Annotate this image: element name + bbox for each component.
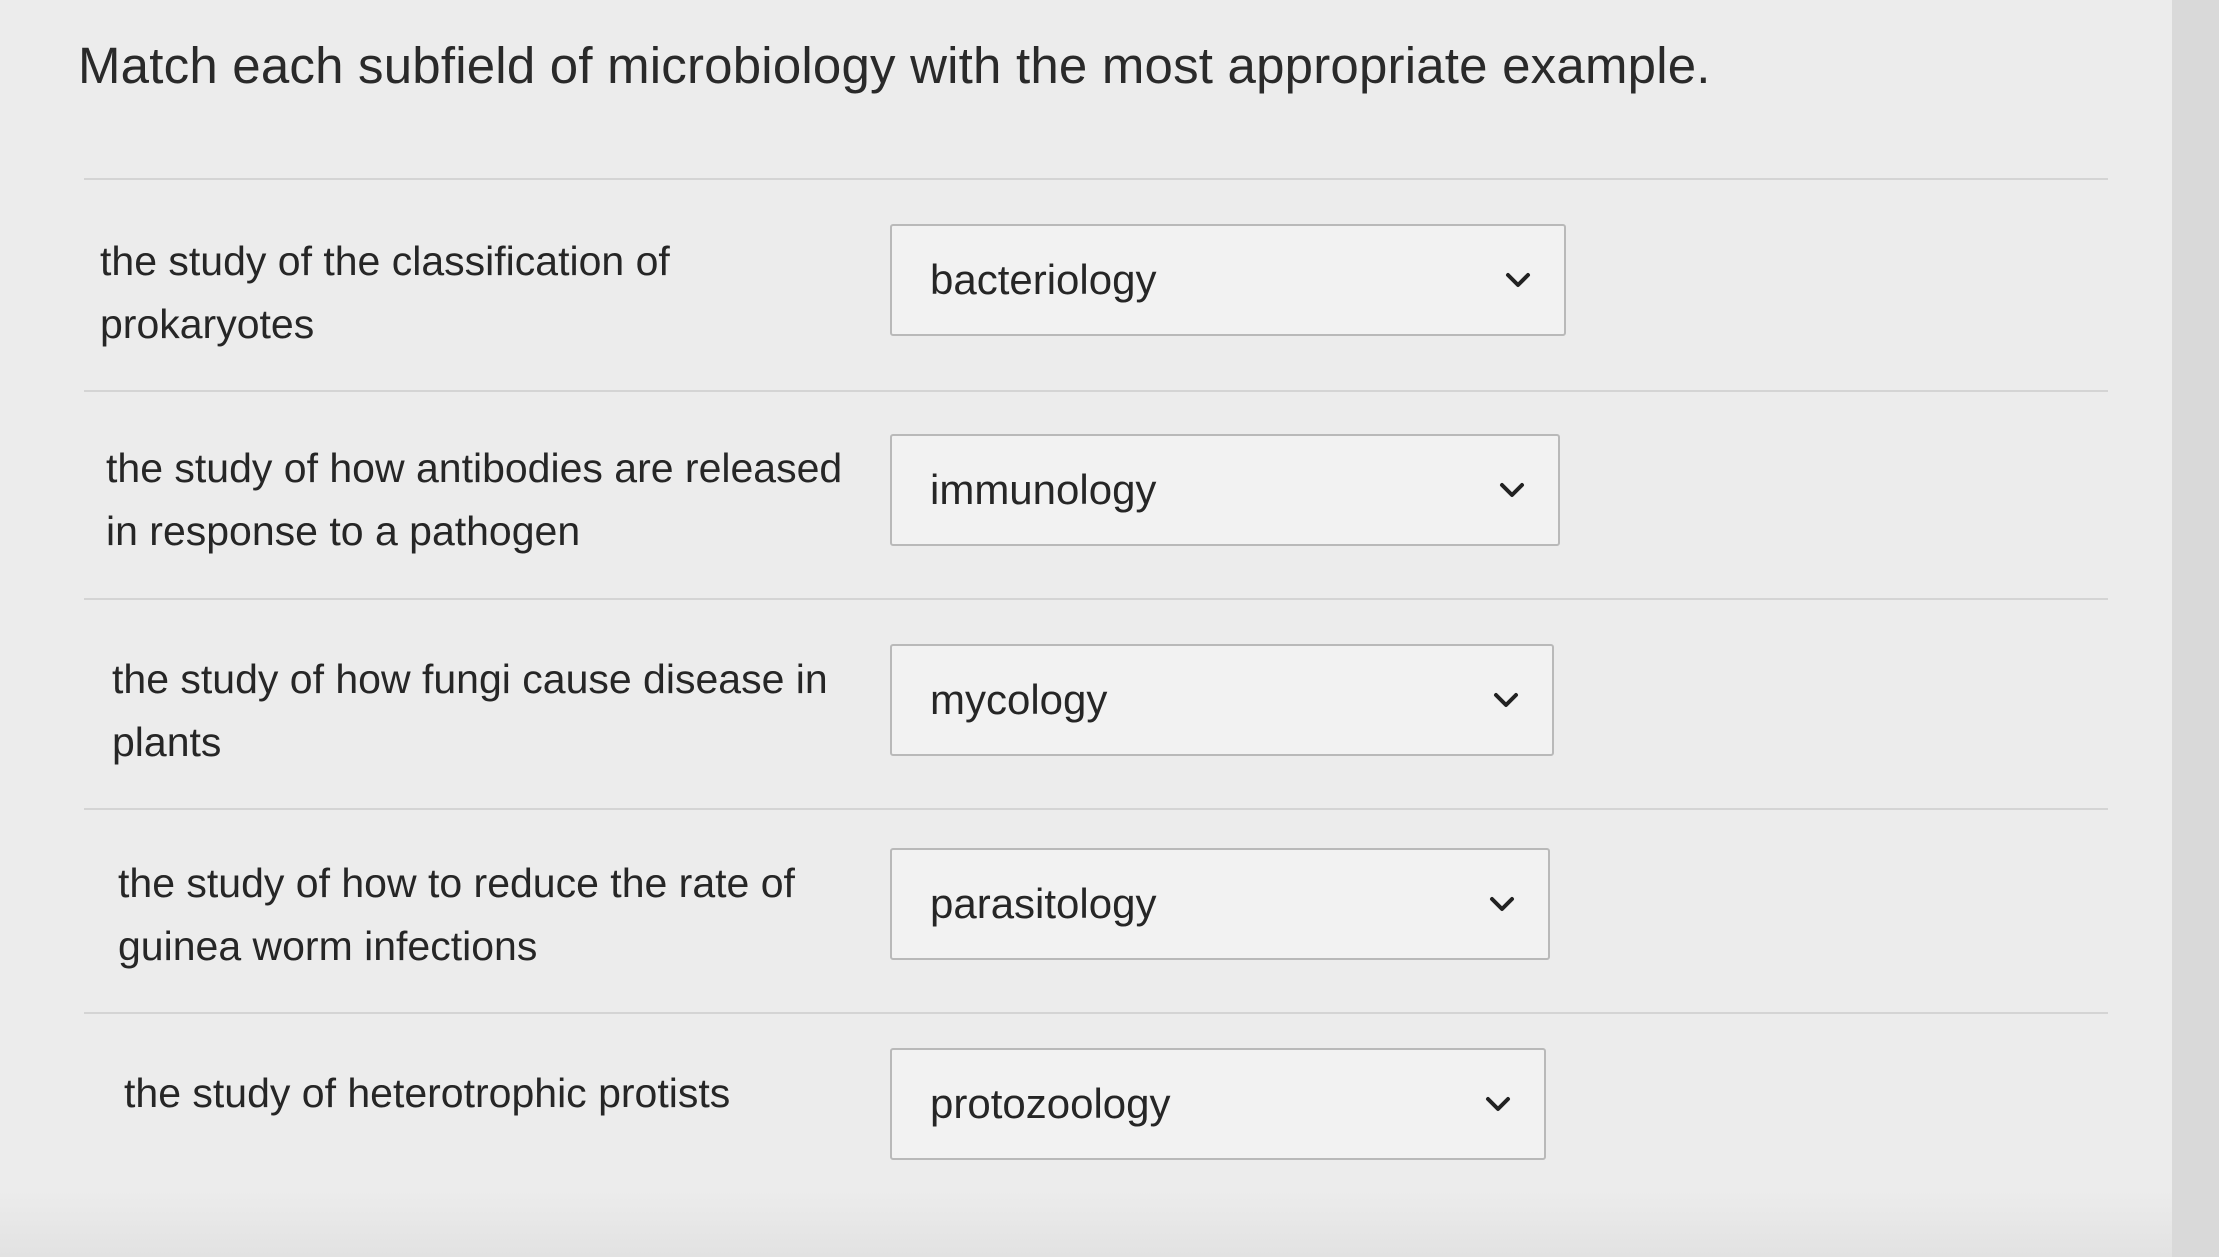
divider xyxy=(84,808,2108,810)
answer-dropdown[interactable]: parasitology xyxy=(890,848,1550,960)
chevron-down-icon xyxy=(1506,273,1530,287)
chevron-down-icon xyxy=(1486,1097,1510,1111)
match-prompt: the study of the classification of proka… xyxy=(100,230,880,356)
prompt-line: the study of how fungi cause disease in xyxy=(112,656,828,702)
prompt-line: the study of how antibodies are released xyxy=(106,445,843,491)
dropdown-selected-value: bacteriology xyxy=(930,256,1157,303)
question-panel: Match each subfield of microbiology with… xyxy=(0,0,2175,1257)
answer-dropdown[interactable]: protozoology xyxy=(890,1048,1546,1160)
match-prompt: the study of how fungi cause disease in … xyxy=(112,648,892,774)
divider xyxy=(84,390,2108,392)
prompt-line: in response to a pathogen xyxy=(106,508,581,554)
prompt-line: prokaryotes xyxy=(100,301,315,347)
dropdown-selected-value: protozoology xyxy=(930,1080,1171,1127)
prompt-line: plants xyxy=(112,719,222,765)
match-prompt: the study of how to reduce the rate of g… xyxy=(118,852,898,978)
divider xyxy=(84,1012,2108,1014)
chevron-down-icon xyxy=(1494,693,1518,707)
prompt-line: the study of the classification of xyxy=(100,238,670,284)
outer-background xyxy=(2172,0,2219,1257)
answer-dropdown[interactable]: mycology xyxy=(890,644,1554,756)
prompt-line: guinea worm infections xyxy=(118,923,538,969)
divider xyxy=(84,178,2108,180)
question-title: Match each subfield of microbiology with… xyxy=(78,37,1711,94)
divider xyxy=(84,598,2108,600)
match-prompt: the study of how antibodies are released… xyxy=(106,437,886,563)
dropdown-selected-value: mycology xyxy=(930,676,1108,723)
prompt-line: the study of how to reduce the rate of xyxy=(118,860,795,906)
answer-dropdown[interactable]: immunology xyxy=(890,434,1560,546)
answer-dropdown[interactable]: bacteriology xyxy=(890,224,1566,336)
dropdown-selected-value: parasitology xyxy=(930,880,1157,927)
chevron-down-icon xyxy=(1490,897,1514,911)
dropdown-selected-value: immunology xyxy=(930,466,1157,513)
chevron-down-icon xyxy=(1500,483,1524,497)
match-prompt: the study of heterotrophic protists xyxy=(124,1062,904,1125)
panel-bottom xyxy=(0,1190,2172,1257)
prompt-line: the study of heterotrophic protists xyxy=(124,1070,731,1116)
